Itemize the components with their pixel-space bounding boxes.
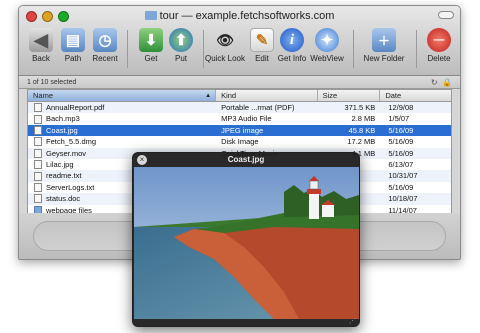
recent-button[interactable]: ◷ Recent <box>87 28 123 63</box>
column-header-size[interactable]: Size <box>318 90 381 101</box>
compass-icon: ✦ <box>315 28 339 52</box>
movie-file-icon <box>34 148 42 158</box>
column-header-name[interactable]: Name ▲ <box>28 90 217 101</box>
file-size: 2.8 MB <box>351 114 376 124</box>
path-folders-icon: ▤ <box>61 28 85 52</box>
back-arrow-icon: ◀ <box>29 28 53 52</box>
coast-photo-preview <box>134 167 359 319</box>
pencil-icon: ✎ <box>250 28 274 52</box>
file-name: Bach.mp3 <box>46 114 80 124</box>
file-row[interactable]: Fetch_5.5.dmg Disk Image 17.2 MB 5/16/09 <box>28 136 451 147</box>
toolbar: ◀ Back ▤ Path ◷ Recent ⬇ Get ⬆ Put � <box>19 28 460 74</box>
toolbar-separator <box>127 30 128 68</box>
eye-icon: 👁 <box>216 31 234 48</box>
image-file-icon <box>34 160 42 170</box>
column-header-date[interactable]: Date <box>380 90 451 101</box>
audio-file-icon <box>34 114 42 124</box>
back-button[interactable]: ◀ Back <box>23 28 59 63</box>
text-file-icon <box>34 171 42 181</box>
file-size: 45.8 KB <box>348 125 376 135</box>
document-icon <box>34 194 42 204</box>
download-icon: ⬇ <box>139 28 163 52</box>
file-date: 6/13/07 <box>388 159 414 169</box>
quick-look-button[interactable]: 👁 Quick Look <box>203 28 247 64</box>
text-file-icon <box>34 182 42 192</box>
file-date: 5/16/09 <box>388 125 414 135</box>
status-bar: 1 of 10 selected ↻ 🔒 <box>19 76 460 89</box>
path-button[interactable]: ▤ Path <box>55 28 91 63</box>
quick-look-title: Coast.jpg <box>227 155 265 164</box>
delete-button[interactable]: — Delete <box>421 28 457 63</box>
file-name: AnnualReport.pdf <box>46 103 105 112</box>
file-size: 371.5 KB <box>344 103 376 112</box>
resize-grip-icon[interactable]: ⋰ <box>349 317 356 325</box>
file-row[interactable]: AnnualReport.pdf Portable ...rmat (PDF) 37… <box>28 102 451 114</box>
sort-ascending-icon: ▲ <box>205 92 212 99</box>
quick-look-panel: × Coast.jpg ⋰ <box>132 152 360 327</box>
file-name: Fetch_5.5.dmg <box>46 137 97 147</box>
file-kind: Portable ...rmat (PDF) <box>221 103 295 112</box>
file-row[interactable]: Bach.mp3 MP3 Audio File 2.8 MB 1/5/07 <box>28 113 451 124</box>
file-date: 5/16/09 <box>388 137 414 147</box>
selection-count: 1 of 10 selected <box>27 79 77 86</box>
file-date: 5/16/09 <box>388 182 414 192</box>
file-kind: JPEG image <box>221 125 264 135</box>
file-date: 12/9/08 <box>388 103 414 112</box>
document-icon <box>34 103 42 113</box>
new-folder-button[interactable]: ＋ New Folder <box>359 28 409 63</box>
toolbar-separator <box>353 30 354 68</box>
info-icon: i <box>280 28 304 52</box>
file-date: 10/18/07 <box>388 194 418 204</box>
toolbar-toggle-button[interactable] <box>438 11 454 19</box>
lock-icon: 🔒 <box>442 78 452 87</box>
file-size: 17.2 MB <box>347 137 376 147</box>
file-name: Geyser.mov <box>46 148 87 158</box>
file-name: status.doc <box>46 194 81 204</box>
get-info-button[interactable]: i Get Info <box>274 28 310 63</box>
folder-icon <box>144 11 157 20</box>
toolbar-separator <box>416 30 417 68</box>
file-date: 10/31/07 <box>388 171 418 181</box>
file-date: 5/16/09 <box>388 148 414 158</box>
disk-image-icon <box>34 137 42 147</box>
upload-globe-icon: ⬆ <box>169 28 193 52</box>
recent-clock-icon: ◷ <box>93 28 117 52</box>
put-button[interactable]: ⬆ Put <box>163 28 199 63</box>
file-name: readme.txt <box>46 171 82 181</box>
image-file-icon <box>34 125 42 135</box>
new-folder-icon: ＋ <box>372 28 396 52</box>
delete-icon: — <box>427 28 451 52</box>
file-name: Coast.jpg <box>46 125 78 135</box>
quick-look-close-button[interactable]: × <box>137 155 147 165</box>
file-date: 1/5/07 <box>388 114 410 124</box>
file-kind: Disk Image <box>221 137 259 147</box>
file-row[interactable]: Coast.jpg JPEG image 45.8 KB 5/16/09 <box>28 124 451 137</box>
file-kind: MP3 Audio File <box>221 114 272 124</box>
title-bar: tour — example.fetchsoftworks.com ◀ Back… <box>19 6 460 76</box>
webview-button[interactable]: ✦ WebView <box>309 28 345 63</box>
window-title: tour — example.fetchsoftworks.com <box>19 10 460 22</box>
file-name: Lilac.jpg <box>46 159 74 169</box>
refresh-icon[interactable]: ↻ <box>431 78 438 87</box>
file-list-header: Name ▲ Kind Size Date <box>28 90 451 102</box>
column-header-kind[interactable]: Kind <box>216 90 318 101</box>
file-name: ServerLogs.txt <box>46 182 95 192</box>
